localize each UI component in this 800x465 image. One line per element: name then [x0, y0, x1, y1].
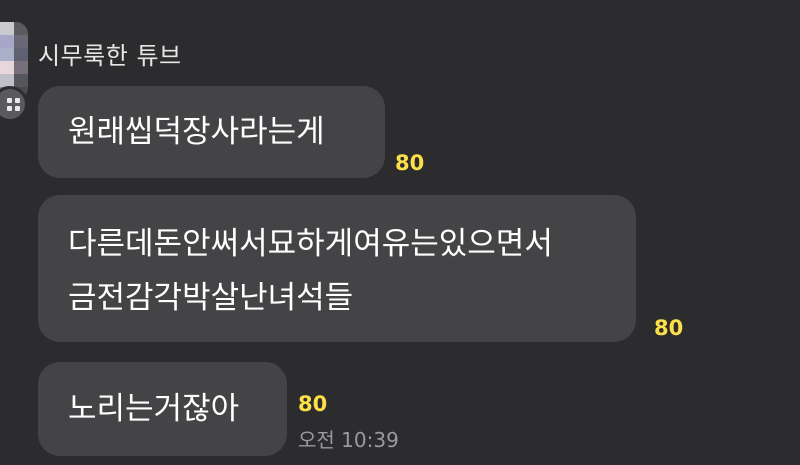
chat-screen: 시무룩한 튜브 원래씹덕장사라는게 80 다른데돈안써서묘하게여유는있으면서 금…: [0, 0, 800, 465]
message-bubble[interactable]: 노리는거잖아: [38, 362, 287, 456]
unread-count-badge: 80: [654, 316, 684, 340]
message-text: 원래씹덕장사라는게: [68, 114, 325, 150]
avatar-pixel: [0, 22, 14, 35]
avatar-pixel: [14, 61, 28, 74]
avatar-pixel: [0, 74, 14, 87]
message-timestamp: 오전 10:39: [298, 428, 399, 452]
avatar-pixel: [0, 35, 14, 48]
avatar-pixel: [14, 74, 28, 87]
avatar-pixel: [14, 22, 28, 35]
unread-count-badge: 80: [395, 151, 425, 175]
avatar-pixel: [14, 48, 28, 61]
message-bubble[interactable]: 다른데돈안써서묘하게여유는있으면서 금전감각박살난녀석들: [38, 195, 636, 342]
message-bubble[interactable]: 원래씹덕장사라는게: [38, 86, 385, 178]
avatar-pixel: [0, 61, 14, 74]
unread-count-badge: 80: [298, 392, 328, 416]
avatar-pixel: [14, 35, 28, 48]
message-text: 다른데돈안써서묘하게여유는있으면서: [68, 226, 553, 262]
avatar-pixel: [0, 48, 14, 61]
message-text: 노리는거잖아: [68, 391, 240, 427]
message-text: 금전감각박살난녀석들: [68, 280, 354, 316]
sender-name[interactable]: 시무룩한 튜브: [38, 36, 182, 71]
